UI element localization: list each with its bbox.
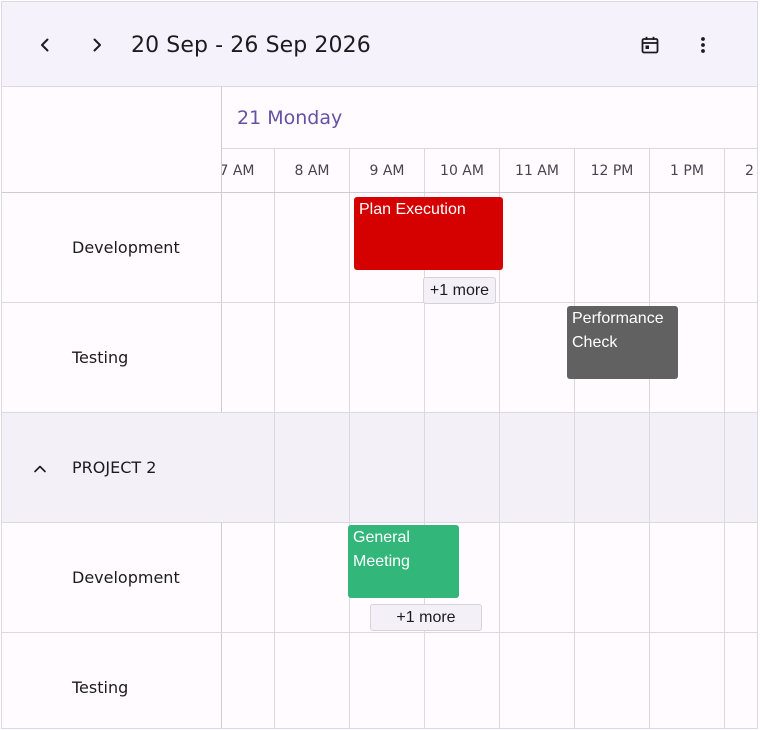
resource-label: Testing <box>72 348 129 367</box>
date-header: 21 Monday <box>222 87 757 149</box>
time-slot-label: 10 AM <box>424 149 499 192</box>
grid-line <box>499 193 500 728</box>
grid-line <box>574 193 575 728</box>
resource-row-development: Development <box>2 523 222 633</box>
header-toolbar: 20 Sep - 26 Sep 2026 <box>2 2 757 87</box>
more-appointments-indicator[interactable]: +1 more <box>423 277 496 304</box>
resource-row-testing: Testing <box>2 633 222 728</box>
resource-label: Development <box>72 238 180 257</box>
calendar-icon <box>641 36 659 54</box>
next-button[interactable] <box>82 30 112 60</box>
grid-line <box>274 193 275 728</box>
resource-label: Testing <box>72 678 129 697</box>
resource-column: Development Testing PROJECT 2 Developmen… <box>2 193 222 728</box>
timeline-grid: Plan Execution +1 more Performance Check… <box>222 193 757 728</box>
scheduler: 20 Sep - 26 Sep 2026 21 Monday 7 AM 8 AM <box>1 1 758 729</box>
chevron-right-icon <box>93 38 101 52</box>
resource-group-label: PROJECT 2 <box>72 458 157 477</box>
time-slot-label: 9 AM <box>349 149 424 192</box>
more-appointments-indicator[interactable]: +1 more <box>370 604 482 631</box>
more-options-button[interactable] <box>688 30 718 60</box>
grid-line <box>349 193 350 728</box>
today-button[interactable] <box>635 30 665 60</box>
more-vert-icon <box>701 37 705 53</box>
appointment[interactable]: General Meeting <box>348 525 459 598</box>
timeline-row[interactable] <box>222 523 757 633</box>
appointment[interactable]: Plan Execution <box>354 197 503 270</box>
appointment-subject: General Meeting <box>353 529 410 570</box>
resource-row-testing: Testing <box>2 303 222 413</box>
time-slot-label: 1 PM <box>649 149 724 192</box>
chevron-left-icon <box>41 38 49 52</box>
timeline-group-row[interactable] <box>222 413 757 523</box>
time-slot-label: 12 PM <box>574 149 649 192</box>
time-slot-label: 11 AM <box>499 149 574 192</box>
appointment-subject: Performance Check <box>572 310 664 351</box>
chevron-up-icon <box>34 465 46 473</box>
resource-header-corner <box>2 87 222 193</box>
date-header-label[interactable]: 21 Monday <box>237 107 342 129</box>
appointment[interactable]: Performance Check <box>567 306 678 379</box>
date-range-title[interactable]: 20 Sep - 26 Sep 2026 <box>131 32 371 60</box>
previous-button[interactable] <box>30 30 60 60</box>
time-header: 7 AM 8 AM 9 AM 10 AM 11 AM 12 PM 1 PM 2 … <box>222 149 757 193</box>
timeline-row[interactable] <box>222 633 757 728</box>
time-slot-label: 2 PM <box>724 149 757 192</box>
time-slot-label: 8 AM <box>274 149 349 192</box>
grid-line <box>649 193 650 728</box>
grid-line <box>724 193 725 728</box>
appointment-subject: Plan Execution <box>359 201 466 218</box>
collapse-group-button[interactable] <box>29 458 51 480</box>
time-slot-label: 7 AM <box>222 149 274 192</box>
resource-label: Development <box>72 568 180 587</box>
resource-group-project-2: PROJECT 2 <box>2 413 222 523</box>
grid-line <box>424 193 425 728</box>
resource-row-development: Development <box>2 193 222 303</box>
